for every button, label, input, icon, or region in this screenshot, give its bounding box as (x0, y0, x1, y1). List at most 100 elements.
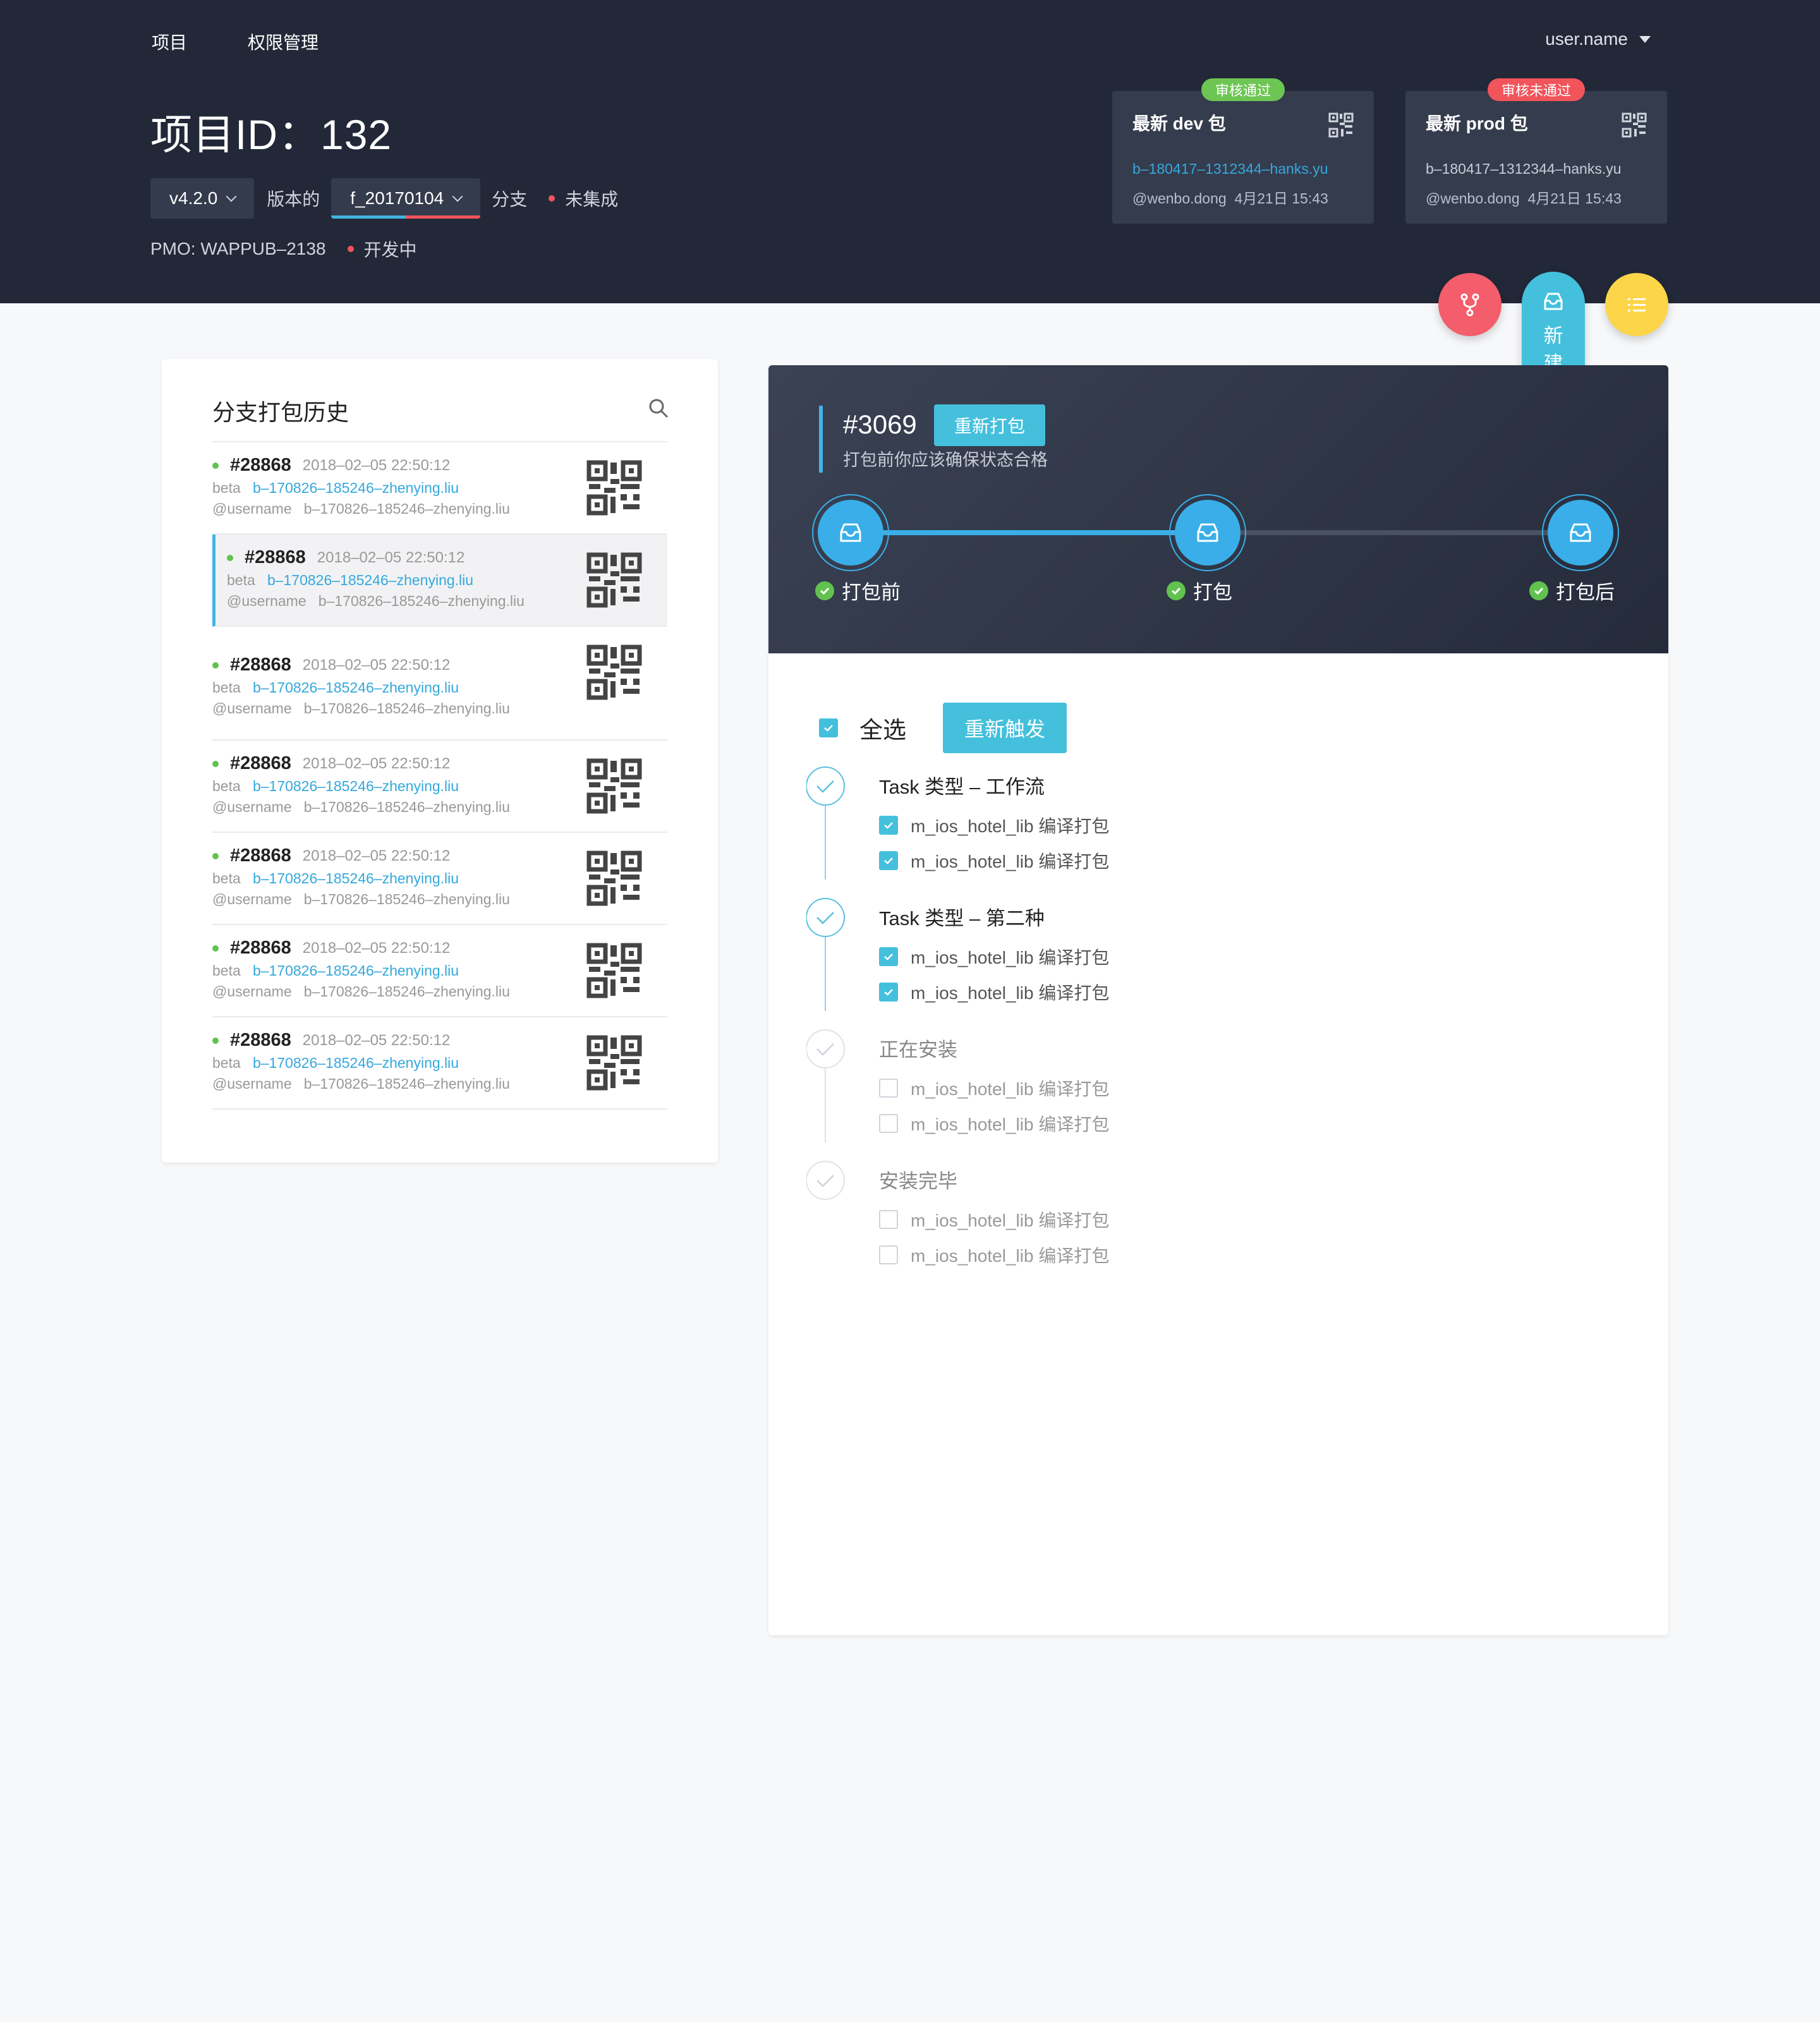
inbox-icon (1544, 293, 1563, 310)
retrigger-button[interactable]: 重新触发 (943, 703, 1067, 753)
build-id: #3069 (843, 409, 917, 439)
chevron-down-icon (452, 191, 463, 202)
build-user: @username (212, 500, 292, 517)
build-link[interactable]: b–170826–185246–zhenying.liu (253, 778, 459, 794)
qr-code-icon[interactable] (586, 552, 642, 608)
package-link[interactable]: b–180417–1312344–hanks.yu (1132, 160, 1354, 178)
history-item[interactable]: #28868 2018–02–05 22:50:12 beta b–170826… (212, 833, 667, 925)
dev-package-card[interactable]: 审核通过 最新 dev 包 b–180417–1312344–hanks.yu … (1112, 78, 1374, 224)
nav-item-projects[interactable]: 项目 (152, 29, 187, 54)
branch-fab[interactable] (1438, 273, 1502, 336)
integration-status: 未集成 (565, 190, 619, 209)
prod-package-card[interactable]: 审核未通过 最新 prod 包 b–180417–1312344–hanks.y… (1405, 78, 1667, 224)
task-checkbox[interactable] (879, 1114, 898, 1133)
package-link[interactable]: b–180417–1312344–hanks.yu (1426, 160, 1647, 178)
task-checkbox[interactable] (879, 947, 898, 966)
task-item[interactable]: m_ios_hotel_lib 编译打包 (879, 1111, 1109, 1136)
history-item[interactable]: #28868 2018–02–05 22:50:12 beta b–170826… (212, 925, 667, 1017)
build-link[interactable]: b–170826–185246–zhenying.liu (253, 1055, 459, 1071)
build-link[interactable]: b–170826–185246–zhenying.liu (253, 870, 459, 887)
history-list: #28868 2018–02–05 22:50:12 beta b–170826… (212, 442, 667, 1110)
task-item-label: m_ios_hotel_lib 编译打包 (911, 1211, 1110, 1230)
status-dot (212, 462, 219, 469)
qr-code-icon[interactable] (586, 851, 642, 906)
history-title: 分支打包历史 (212, 399, 349, 425)
search-icon[interactable] (647, 397, 670, 420)
qr-code-icon[interactable] (586, 1035, 642, 1091)
task-item[interactable]: m_ios_hotel_lib 编译打包 (879, 979, 1109, 1005)
check-icon (884, 857, 893, 864)
status-dot (212, 760, 219, 767)
build-number: #28868 (230, 655, 291, 675)
build-env: beta (212, 778, 241, 794)
build-user: @username (227, 593, 306, 609)
task-group-title: Task 类型 – 第二种 (879, 907, 1045, 929)
build-ref: b–170826–185246–zhenying.liu (303, 799, 510, 815)
task-timeline (806, 766, 845, 1200)
nav-item-permissions[interactable]: 权限管理 (248, 29, 318, 54)
task-item[interactable]: m_ios_hotel_lib 编译打包 (879, 813, 1109, 838)
task-item-label: m_ios_hotel_lib 编译打包 (911, 816, 1110, 836)
task-item[interactable]: m_ios_hotel_lib 编译打包 (879, 848, 1109, 873)
qr-code-icon[interactable] (1328, 112, 1354, 138)
history-item[interactable]: #28868 2018–02–05 22:50:12 beta b–170826… (212, 535, 667, 627)
task-checkbox[interactable] (879, 851, 898, 870)
task-status-done (806, 766, 845, 806)
qr-code-icon[interactable] (586, 645, 642, 700)
check-icon (884, 822, 893, 829)
check-icon (884, 953, 893, 960)
task-item-label: m_ios_hotel_lib 编译打包 (911, 852, 1110, 871)
build-user: @username (212, 1075, 292, 1092)
task-status-done (806, 898, 845, 937)
task-item-label: m_ios_hotel_lib 编译打包 (911, 948, 1110, 967)
step-node-pre[interactable] (812, 494, 889, 571)
history-item[interactable]: #28868 2018–02–05 22:50:12 beta b–170826… (212, 627, 667, 741)
rebuild-button[interactable]: 重新打包 (934, 404, 1046, 446)
user-menu[interactable]: user.name (1545, 29, 1651, 49)
list-fab[interactable] (1605, 273, 1668, 336)
build-link[interactable]: b–170826–185246–zhenying.liu (253, 962, 459, 979)
build-link[interactable]: b–170826–185246–zhenying.liu (253, 679, 459, 696)
task-item[interactable]: m_ios_hotel_lib 编译打包 (879, 1207, 1109, 1232)
build-header: #3069 重新打包 打包前你应该确保状态合格 打包前 打包 打包后 (768, 365, 1668, 653)
approval-badge: 审核通过 (1201, 78, 1285, 101)
step-name: 打包后 (1556, 581, 1615, 603)
history-item[interactable]: #28868 2018–02–05 22:50:12 beta b–170826… (212, 741, 667, 833)
pmo-row: PMO: WAPPUB–2138 开发中 (150, 236, 417, 262)
build-time: 2018–02–05 22:50:12 (302, 456, 451, 474)
task-item[interactable]: m_ios_hotel_lib 编译打包 (879, 1075, 1109, 1101)
history-item[interactable]: #28868 2018–02–05 22:50:12 beta b–170826… (212, 1017, 667, 1110)
branch-select[interactable]: f_20170104 (331, 178, 481, 219)
history-item[interactable]: #28868 2018–02–05 22:50:12 beta b–170826… (212, 442, 667, 535)
build-env: beta (227, 572, 255, 588)
build-ref: b–170826–185246–zhenying.liu (303, 1075, 510, 1092)
build-link[interactable]: b–170826–185246–zhenying.liu (267, 572, 473, 588)
step-label-build: 打包 (1167, 576, 1232, 605)
task-group-title: 安装完毕 (879, 1170, 957, 1192)
qr-code-icon[interactable] (1622, 112, 1647, 138)
task-checkbox[interactable] (879, 983, 898, 1002)
step-name: 打包 (1193, 581, 1232, 603)
build-user: @username (212, 891, 292, 907)
check-circle-icon (1529, 581, 1548, 600)
status-dot (212, 662, 219, 669)
build-link[interactable]: b–170826–185246–zhenying.liu (253, 480, 459, 496)
qr-code-icon[interactable] (586, 460, 642, 516)
task-group-title: Task 类型 – 工作流 (879, 776, 1045, 798)
version-value: v4.2.0 (169, 188, 218, 208)
task-item[interactable]: m_ios_hotel_lib 编译打包 (879, 944, 1109, 969)
step-node-build[interactable] (1169, 494, 1246, 571)
version-select[interactable]: v4.2.0 (150, 178, 255, 219)
task-checkbox[interactable] (879, 816, 898, 835)
build-time: 2018–02–05 22:50:12 (302, 847, 451, 864)
task-item[interactable]: m_ios_hotel_lib 编译打包 (879, 1242, 1109, 1268)
qr-code-icon[interactable] (586, 758, 642, 814)
task-checkbox[interactable] (879, 1210, 898, 1229)
task-checkbox[interactable] (879, 1079, 898, 1098)
step-node-post[interactable] (1542, 494, 1619, 571)
task-item-label: m_ios_hotel_lib 编译打包 (911, 983, 1110, 1003)
qr-code-icon[interactable] (586, 943, 642, 998)
select-all-checkbox[interactable] (819, 718, 838, 737)
task-checkbox[interactable] (879, 1245, 898, 1264)
build-number: #28868 (230, 753, 291, 773)
